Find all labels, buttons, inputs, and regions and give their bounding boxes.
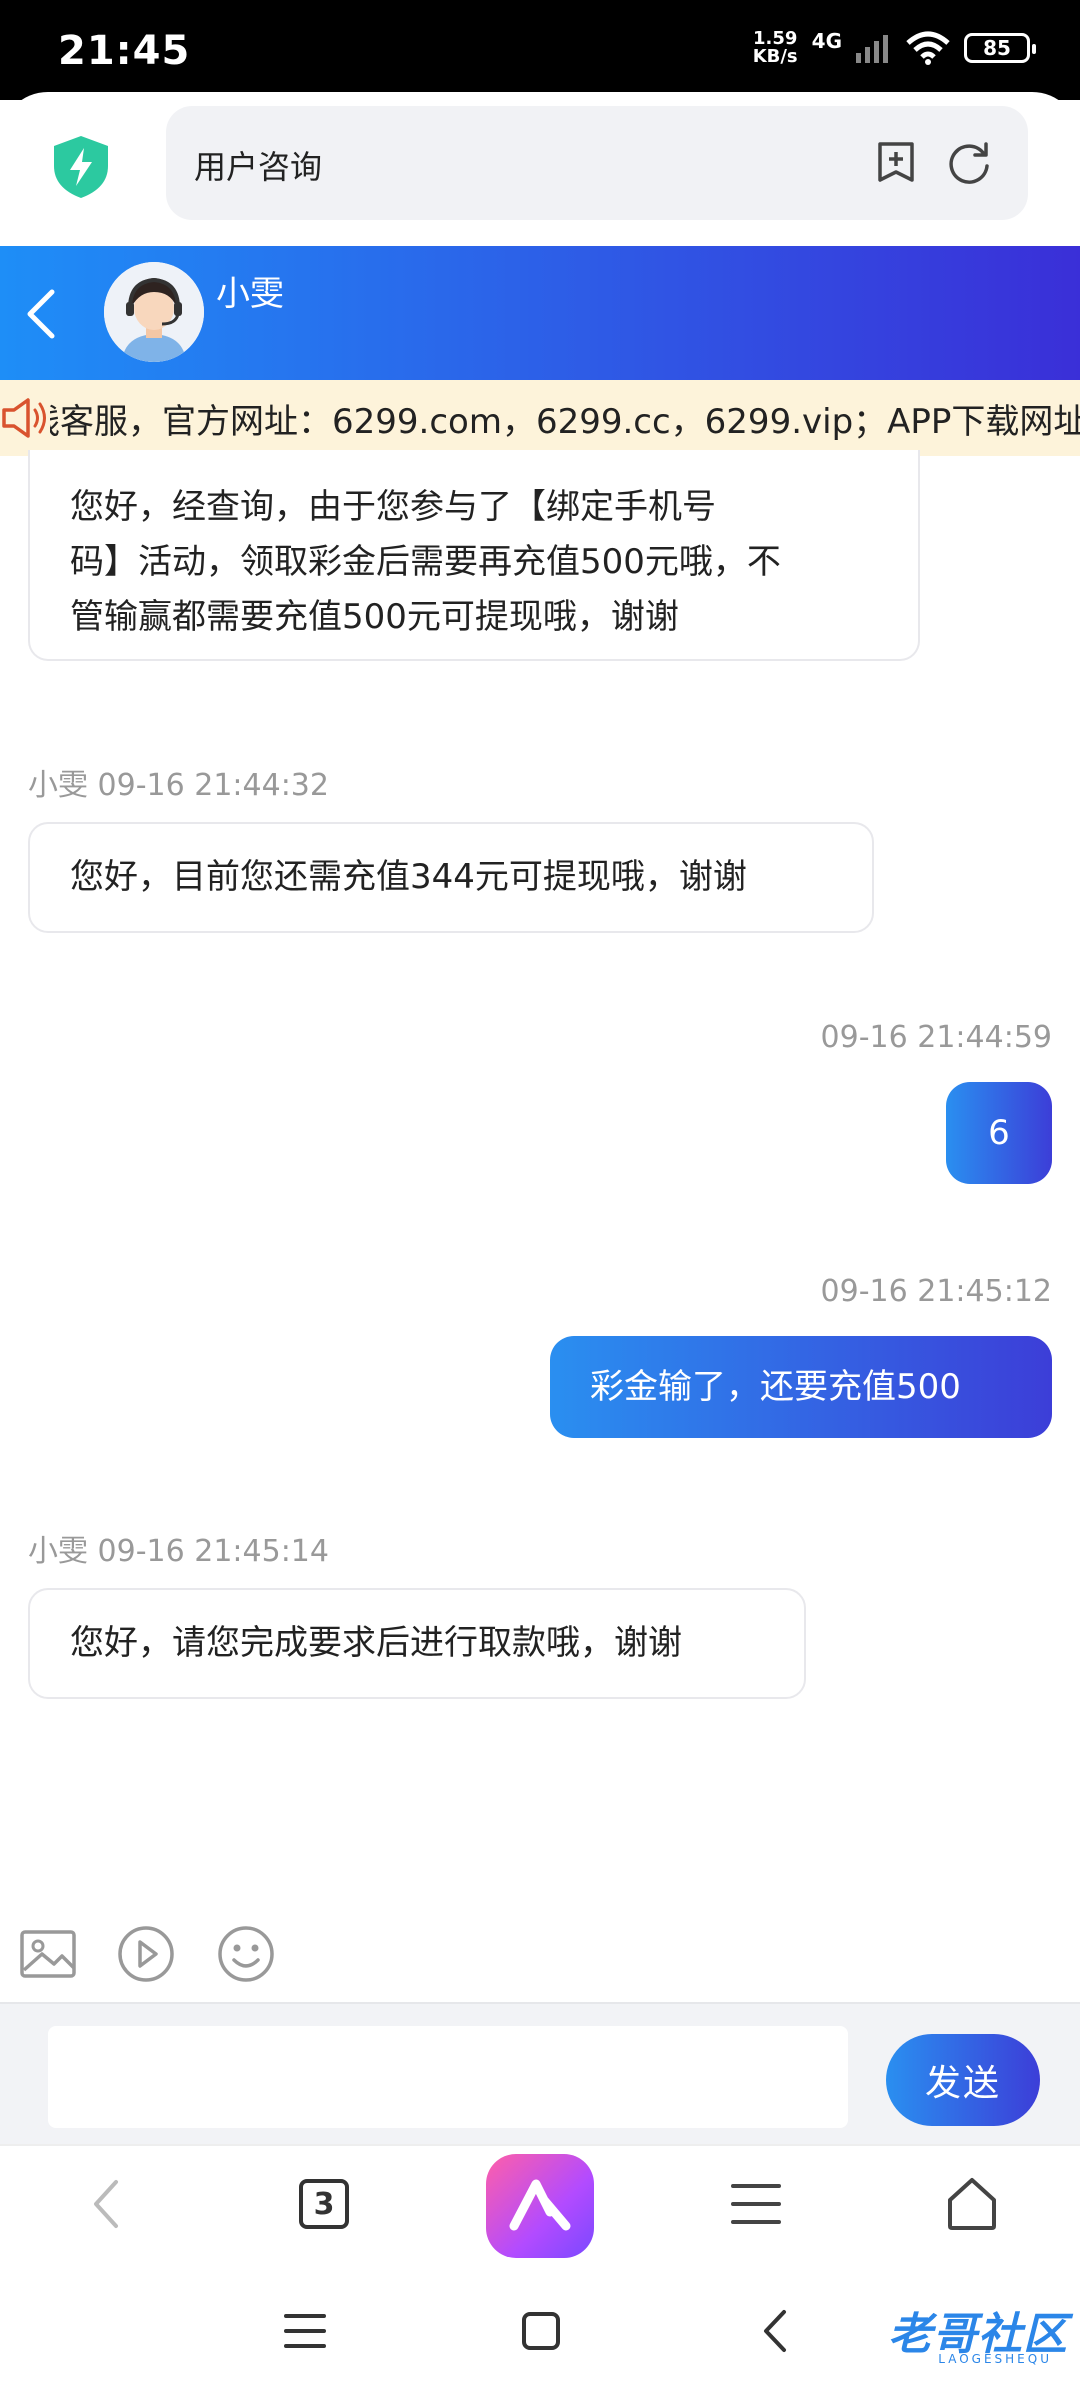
tab-count: 3 bbox=[299, 2179, 349, 2229]
ai-logo-icon bbox=[509, 2179, 571, 2231]
nav-back-button[interactable] bbox=[70, 2168, 142, 2240]
system-back-icon[interactable] bbox=[752, 2306, 802, 2356]
message-bubble-outgoing: 彩金输了，还要充值500 bbox=[550, 1336, 1052, 1438]
net-speed: 1.59 KB/s bbox=[752, 28, 798, 67]
message-bubble-incoming: 您好，经查询，由于您参与了【绑定手机号 码】活动，领取彩金后需要再充值500元哦… bbox=[28, 450, 920, 661]
message-line: 彩金输了，还要充值500 bbox=[590, 1367, 961, 1407]
status-icons: 1.59 KB/s 4G 85 bbox=[752, 28, 1036, 67]
browser-bar: 用户咨询 bbox=[0, 92, 1080, 246]
agent-name: 小雯 bbox=[216, 274, 284, 314]
status-bar: 21:45 1.59 KB/s 4G 85 bbox=[0, 0, 1080, 100]
watermark-subtext: LAOGESHEQU bbox=[938, 2352, 1052, 2366]
refresh-icon[interactable] bbox=[946, 140, 992, 186]
agent-headset-avatar-icon bbox=[104, 262, 204, 362]
message-bubble-incoming: 您好，请您完成要求后进行取款哦，谢谢 bbox=[28, 1588, 806, 1699]
chat-header: 小雯 bbox=[0, 246, 1080, 380]
notice-text: 线客服，官方网址：6299.com，6299.cc，6299.vip；APP下载… bbox=[26, 402, 1080, 442]
wifi-icon bbox=[906, 31, 950, 65]
home-button[interactable] bbox=[936, 2168, 1008, 2240]
address-text[interactable]: 用户咨询 bbox=[194, 142, 322, 188]
message-line: 您好，请您完成要求后进行取款哦，谢谢 bbox=[70, 1623, 682, 1663]
message-input[interactable] bbox=[48, 2026, 848, 2128]
message-meta: 09-16 21:44:59 bbox=[820, 1020, 1052, 1055]
back-chevron-icon[interactable] bbox=[18, 284, 64, 344]
home-icon bbox=[948, 2178, 996, 2230]
message-line: 管输赢都需要充值500元可提现哦，谢谢 bbox=[70, 597, 679, 637]
menu-icon bbox=[731, 2184, 781, 2224]
battery-indicator: 85 bbox=[964, 33, 1036, 63]
chevron-left-icon bbox=[94, 2180, 118, 2228]
message-bubble-outgoing: 6 bbox=[946, 1082, 1052, 1184]
agent-avatar bbox=[104, 262, 204, 362]
message-bubble-incoming: 您好，目前您还需充值344元可提现哦，谢谢 bbox=[28, 822, 874, 933]
message-meta: 小雯 09-16 21:44:32 bbox=[28, 768, 329, 803]
recents-icon[interactable] bbox=[280, 2306, 330, 2356]
message-line: 您好，经查询，由于您参与了【绑定手机号 bbox=[70, 487, 716, 527]
home-square-icon[interactable] bbox=[516, 2306, 566, 2356]
notice-marquee: 线客服，官方网址：6299.com，6299.cc，6299.vip；APP下载… bbox=[0, 380, 1080, 456]
send-button[interactable]: 发送 bbox=[886, 2034, 1040, 2126]
speaker-icon bbox=[0, 394, 50, 442]
message-line: 码】活动，领取彩金后需要再充值500元哦，不 bbox=[70, 542, 781, 582]
play-circle-icon[interactable] bbox=[116, 1924, 176, 1984]
address-bar[interactable]: 用户咨询 bbox=[166, 106, 1028, 220]
message-line: 6 bbox=[988, 1113, 1010, 1153]
shield-bolt-icon[interactable] bbox=[50, 134, 112, 200]
add-bookmark-icon[interactable] bbox=[874, 140, 918, 184]
smiley-icon[interactable] bbox=[216, 1924, 276, 1984]
status-time: 21:45 bbox=[58, 28, 191, 74]
message-meta: 09-16 21:45:12 bbox=[820, 1274, 1052, 1309]
image-icon[interactable] bbox=[18, 1924, 78, 1984]
network-type: 4G bbox=[811, 29, 842, 53]
message-meta: 小雯 09-16 21:45:14 bbox=[28, 1534, 329, 1569]
tabs-button[interactable]: 3 bbox=[288, 2168, 360, 2240]
composer-bar: 发送 bbox=[0, 2002, 1080, 2144]
system-nav: 老哥社区 LAOGESHEQU bbox=[0, 2260, 1080, 2400]
ai-assistant-button[interactable] bbox=[486, 2154, 594, 2258]
menu-button[interactable] bbox=[720, 2168, 792, 2240]
signal-icon bbox=[856, 35, 888, 63]
message-line: 您好，目前您还需充值344元可提现哦，谢谢 bbox=[70, 857, 747, 897]
